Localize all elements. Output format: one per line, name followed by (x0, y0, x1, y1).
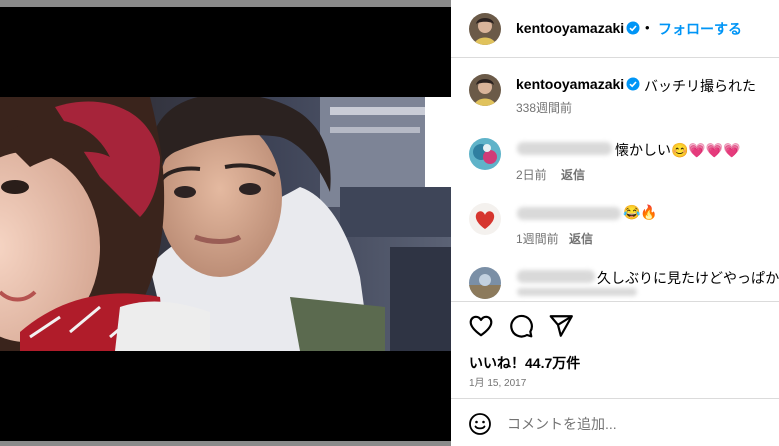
author-avatar[interactable] (469, 13, 501, 45)
comment-1-reply-button[interactable]: 返信 (561, 166, 585, 183)
comment-1-time: 2日前 (516, 168, 547, 182)
media-bottom-edge (0, 441, 451, 446)
caption-time: 338週間前 (516, 101, 573, 115)
author-username[interactable]: kentooyamazaki (516, 20, 624, 36)
caption-text: バッチリ撮られた (644, 78, 756, 94)
post-header: kentooyamazaki • フォローする (451, 0, 779, 58)
comment-1-text: 懐かしい😊💗💗💗 (615, 142, 741, 158)
comment-2-username-blurred[interactable] (517, 207, 621, 220)
photo-illustration (0, 97, 451, 351)
comment-1-username-blurred[interactable] (517, 142, 612, 155)
add-comment-input[interactable] (507, 413, 757, 435)
caption-verified-icon (626, 77, 640, 91)
follow-button[interactable]: フォローする (658, 19, 742, 39)
comment-box-divider (451, 398, 779, 399)
comment-2-avatar[interactable] (469, 203, 501, 235)
comment-bubble-icon[interactable] (508, 313, 534, 339)
media-top-edge (0, 0, 451, 7)
comment-1-avatar[interactable] (469, 138, 501, 170)
post-photo[interactable] (0, 97, 451, 351)
comment-2-reply-button[interactable]: 返信 (569, 230, 593, 247)
share-paper-plane-icon[interactable] (548, 313, 574, 339)
likes-count[interactable]: いいね！44.7万件 (469, 353, 580, 373)
caption-avatar[interactable] (469, 74, 501, 106)
comment-3-text: 久しぶりに見たけどやっぱかっ (597, 270, 779, 286)
comment-3-avatar[interactable] (469, 267, 501, 299)
comment-2-text: 😂🔥 (623, 204, 658, 220)
like-heart-icon[interactable] (468, 313, 494, 339)
comment-3-second-line-blurred (517, 288, 637, 296)
header-separator: • (645, 20, 650, 35)
actions-divider (451, 301, 779, 302)
caption-username[interactable]: kentooyamazaki (516, 76, 624, 92)
emoji-smiley-icon[interactable] (468, 412, 492, 436)
verified-badge-icon (626, 21, 640, 35)
post-media (0, 0, 451, 446)
comment-2-time: 1週間前 (516, 232, 559, 246)
post-side-panel: kentooyamazaki • フォローする kentooyamazaki バ… (451, 0, 779, 446)
post-date: 1月 15, 2017 (469, 378, 527, 389)
comment-3-username-blurred[interactable] (517, 270, 595, 283)
